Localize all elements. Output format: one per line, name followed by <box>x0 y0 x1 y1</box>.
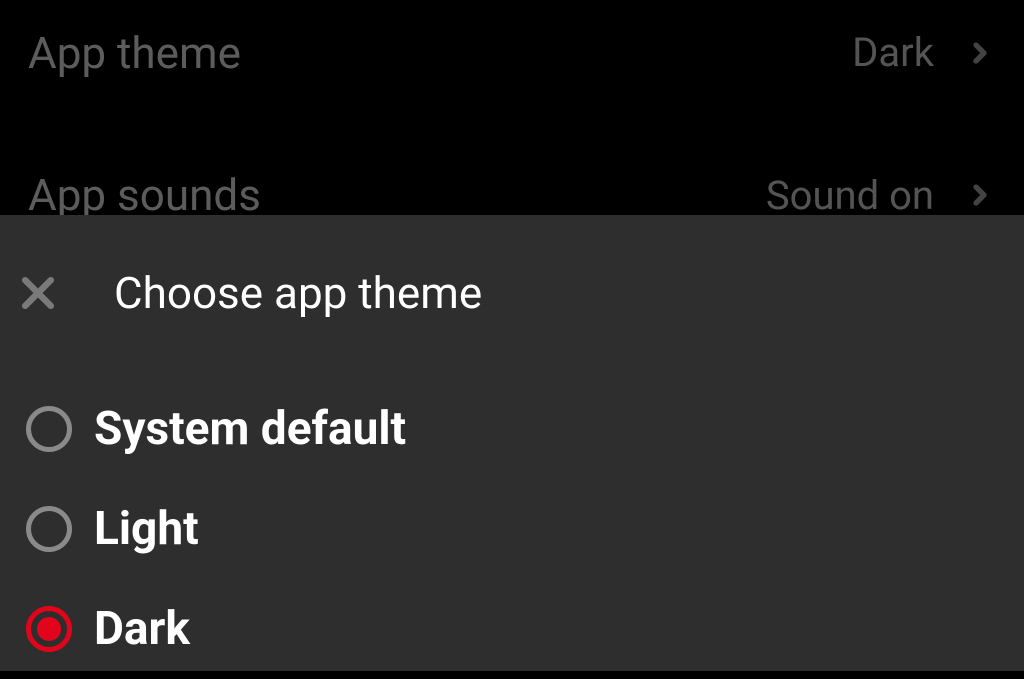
theme-option-system-default[interactable]: System default <box>26 379 998 479</box>
theme-option-label: Light <box>94 502 199 556</box>
setting-value-sounds: Sound on <box>766 172 934 219</box>
theme-option-light[interactable]: Light <box>26 479 998 579</box>
setting-value-theme: Dark <box>852 29 934 76</box>
setting-label-theme: App theme <box>28 27 241 79</box>
modal-title: Choose app theme <box>114 267 482 319</box>
setting-value-wrap-theme: Dark <box>852 29 996 76</box>
radio-inner-dot <box>37 617 61 641</box>
radio-selected-icon <box>26 606 72 652</box>
radio-icon <box>26 506 72 552</box>
setting-row-theme[interactable]: App theme Dark <box>0 0 1024 105</box>
close-icon[interactable] <box>8 263 68 323</box>
settings-list: App theme Dark App sounds Sound on <box>0 0 1024 240</box>
theme-options-list: System default Light Dark <box>0 343 1024 679</box>
setting-label-sounds: App sounds <box>28 169 261 221</box>
radio-icon <box>26 406 72 452</box>
theme-modal: Choose app theme System default Light Da… <box>0 215 1024 671</box>
theme-option-dark[interactable]: Dark <box>26 579 998 679</box>
theme-option-label: System default <box>94 402 406 456</box>
modal-header: Choose app theme <box>0 215 1024 343</box>
chevron-right-icon <box>964 31 996 75</box>
setting-value-wrap-sounds: Sound on <box>766 172 996 219</box>
chevron-right-icon <box>964 173 996 217</box>
theme-option-label: Dark <box>94 602 190 656</box>
